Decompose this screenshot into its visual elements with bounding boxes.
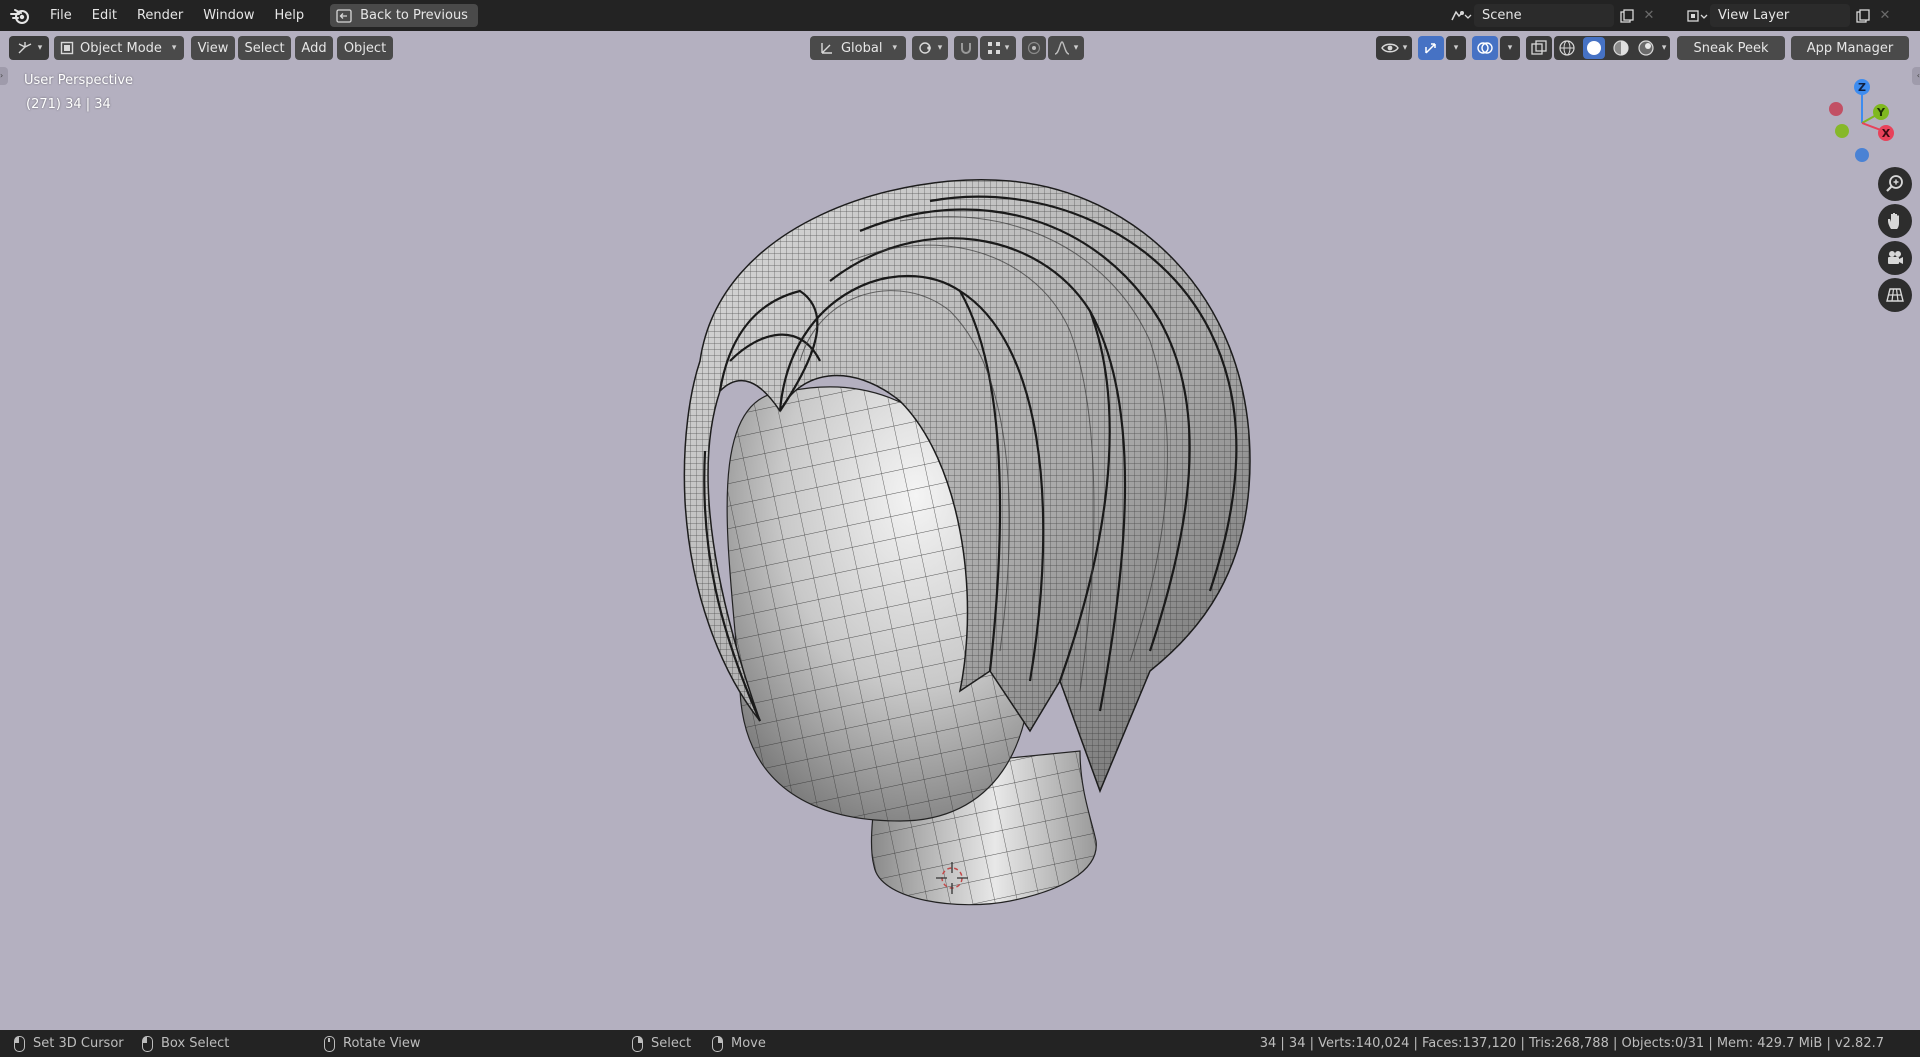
gizmo-toggle[interactable]: [1418, 36, 1444, 60]
transform-orientation-dropdown[interactable]: Global ▾: [810, 36, 906, 60]
3d-model-render: [683, 179, 1251, 906]
snap-toggle[interactable]: [954, 36, 978, 60]
hint-select: Select: [632, 1030, 691, 1057]
gizmo-axis-y-label: Y: [1876, 106, 1886, 119]
menu-edit[interactable]: Edit: [82, 0, 127, 31]
xray-icon: [1531, 40, 1547, 55]
mouse-middle-icon: [324, 1035, 335, 1052]
xray-toggle[interactable]: [1526, 36, 1552, 60]
solid-shading-icon[interactable]: [1582, 37, 1605, 59]
scene-statistics: 34 | 34 | Verts:140,024 | Faces:137,120 …: [1259, 1036, 1884, 1051]
navigation-gizmo[interactable]: Z Y X: [1810, 75, 1900, 165]
editor-type-button[interactable]: ▾: [9, 36, 49, 60]
snap-icon: [961, 43, 971, 54]
object-mode-label: Object Mode: [80, 40, 162, 56]
back-arrow-icon: [336, 8, 352, 23]
editor-type-icon: [18, 42, 32, 54]
hint-move-label: Move: [731, 1036, 766, 1051]
new-scene-icon[interactable]: [1614, 4, 1640, 27]
visibility-dropdown[interactable]: ▾: [1376, 36, 1412, 60]
transform-orientation-icon: [821, 43, 832, 54]
pivot-icon: [919, 42, 931, 54]
back-to-previous-button[interactable]: Back to Previous: [330, 4, 478, 27]
pan-view-button[interactable]: [1878, 204, 1912, 238]
orthographic-toggle-button[interactable]: [1878, 278, 1912, 312]
camera-view-button[interactable]: [1878, 241, 1912, 275]
delete-view-layer-icon[interactable]: ✕: [1876, 8, 1894, 23]
back-to-previous-label: Back to Previous: [360, 8, 468, 23]
hint-move: Move: [712, 1030, 766, 1057]
top-menu-bar: File Edit Render Window Help Back to Pre…: [0, 0, 1920, 31]
gizmo-axis-z-label: Z: [1858, 81, 1866, 94]
status-bar: Set 3D Cursor Box Select Rotate View Sel…: [0, 1030, 1920, 1057]
view-layer-selector: View Layer ✕: [1684, 4, 1894, 27]
scene-selector: Scene ✕: [1448, 4, 1658, 27]
hint-box-select-label: Box Select: [161, 1036, 230, 1051]
hint-box-select: Box Select: [142, 1030, 229, 1057]
mouse-left-icon: [14, 1035, 25, 1052]
blender-logo-icon[interactable]: [0, 0, 40, 31]
visibility-icon: [1380, 43, 1399, 53]
rendered-shading-icon[interactable]: [1637, 39, 1655, 57]
view-layer-name-field[interactable]: View Layer: [1710, 4, 1850, 27]
scene-name-field[interactable]: Scene: [1474, 4, 1614, 27]
menu-help[interactable]: Help: [265, 0, 315, 31]
view-name-label: User Perspective: [24, 73, 134, 88]
gizmo-icon: [1425, 43, 1436, 54]
object-mode-icon: [60, 41, 74, 55]
object-mode-dropdown[interactable]: Object Mode ▾: [54, 36, 184, 60]
mouse-right-icon: [632, 1035, 643, 1052]
gizmo-axis-x-label: X: [1882, 127, 1891, 140]
pivot-point-button[interactable]: ▾: [912, 36, 948, 60]
toolbar-toggle-arrow[interactable]: ›: [0, 67, 8, 85]
view-layer-browse-icon[interactable]: [1684, 4, 1710, 27]
camera-icon: [1888, 251, 1903, 264]
zoom-view-button[interactable]: [1878, 167, 1912, 201]
menu-view[interactable]: View: [191, 36, 235, 60]
overlay-icon: [1477, 42, 1493, 54]
material-shading-icon[interactable]: [1612, 39, 1630, 57]
mouse-drag-icon: [142, 1035, 153, 1052]
snap-target-dropdown[interactable]: ▾: [980, 36, 1016, 60]
hint-set-3d-cursor: Set 3D Cursor: [14, 1030, 124, 1057]
new-view-layer-icon[interactable]: [1850, 4, 1876, 27]
proportional-falloff-dropdown[interactable]: ▾: [1048, 36, 1084, 60]
menu-object[interactable]: Object: [337, 36, 393, 60]
falloff-curve-icon: [1054, 41, 1069, 55]
hint-rotate-view: Rotate View: [324, 1030, 421, 1057]
hand-pan-icon: [1888, 213, 1899, 229]
viewport-header: ▾ Object Mode ▾ View Select Add Object G…: [0, 31, 1920, 63]
grid-icon: [1886, 288, 1904, 302]
hint-set-3d-cursor-label: Set 3D Cursor: [33, 1036, 124, 1051]
snap-target-icon: [987, 42, 1000, 54]
sidebar-toggle-arrow[interactable]: ‹: [1912, 67, 1920, 85]
shading-mode-group: ▾: [1554, 36, 1670, 60]
zoom-icon: [1886, 175, 1903, 192]
wireframe-shading-icon[interactable]: [1558, 39, 1576, 57]
proportional-edit-toggle[interactable]: [1022, 36, 1046, 60]
hint-select-label: Select: [651, 1036, 692, 1051]
overlay-dropdown[interactable]: ▾: [1500, 36, 1520, 60]
overlay-toggle[interactable]: [1472, 36, 1498, 60]
proportional-icon: [1027, 41, 1041, 55]
menu-file[interactable]: File: [40, 0, 82, 31]
gizmo-dropdown[interactable]: ▾: [1446, 36, 1466, 60]
menu-select[interactable]: Select: [238, 36, 291, 60]
menu-window[interactable]: Window: [193, 0, 264, 31]
sneak-peek-button[interactable]: Sneak Peek: [1677, 36, 1785, 60]
collection-info-label: (271) 34 | 34: [26, 97, 111, 112]
delete-scene-icon[interactable]: ✕: [1640, 8, 1658, 23]
mouse-right-drag-icon: [712, 1035, 723, 1052]
scene-browse-icon[interactable]: [1448, 4, 1474, 27]
menu-add[interactable]: Add: [295, 36, 333, 60]
transform-orientation-label: Global: [840, 40, 883, 56]
3d-viewport[interactable]: ▾ Object Mode ▾ View Select Add Object G…: [0, 31, 1920, 1030]
hint-rotate-view-label: Rotate View: [343, 1036, 421, 1051]
app-manager-button[interactable]: App Manager: [1791, 36, 1909, 60]
menu-render[interactable]: Render: [127, 0, 193, 31]
